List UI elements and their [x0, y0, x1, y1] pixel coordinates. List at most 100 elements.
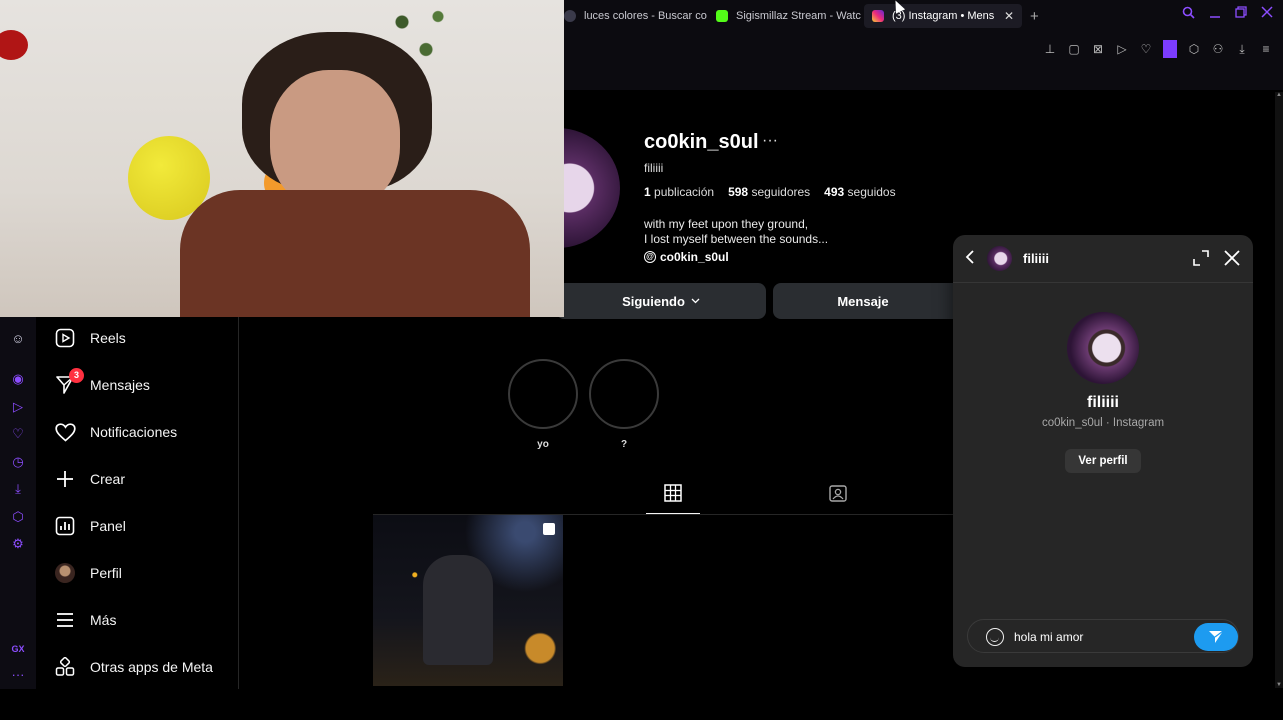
- tagged-icon: [829, 485, 847, 502]
- history-icon[interactable]: ◷: [10, 454, 26, 470]
- toolbar-separator: [1163, 40, 1177, 58]
- tab-google-search[interactable]: luces colores - Buscar co: [556, 4, 708, 28]
- webcam-person-face: [270, 70, 400, 210]
- webcam-person-body: [180, 190, 530, 317]
- browser-extensions: ⊥ ▢ ⊠ ▷ ♡ ⬡ ⚇ ⤓ ≡: [1043, 40, 1273, 58]
- message-button[interactable]: Mensaje: [773, 283, 953, 319]
- dashboard-icon: [54, 515, 76, 537]
- heart-icon[interactable]: ♡: [10, 426, 26, 442]
- discord-icon[interactable]: ☺: [10, 331, 26, 347]
- scroll-up-icon[interactable]: ▲: [1276, 92, 1282, 98]
- threads-icon: @: [644, 251, 656, 263]
- tab-title: luces colores - Buscar co: [584, 10, 707, 22]
- grid-icon: [664, 484, 682, 502]
- message-input[interactable]: hola mi amor: [967, 619, 1239, 653]
- story-highlight[interactable]: ?: [588, 359, 660, 450]
- chat-profile-avatar: [1067, 312, 1139, 384]
- window-controls: [1182, 6, 1273, 22]
- following-stat[interactable]: 493 seguidos: [824, 185, 895, 199]
- play-icon[interactable]: ▷: [1115, 42, 1129, 56]
- player-icon[interactable]: ◉: [10, 371, 26, 387]
- webcam-flower: [0, 30, 28, 60]
- browser-sidebar-rail: ☺ ◉ ▷ ♡ ◷ ⤓ ⬡ ⚙ GX ···: [0, 317, 36, 689]
- following-button[interactable]: Siguiendo: [556, 283, 766, 319]
- chat-profile-subtitle: co0kin_s0ul · Instagram: [1041, 417, 1165, 429]
- more-options-icon[interactable]: ···: [762, 132, 778, 150]
- profile-stats: 1 publicación 598 seguidores 493 seguido…: [644, 185, 896, 199]
- google-icon: [564, 10, 576, 22]
- heart-icon[interactable]: ♡: [1139, 42, 1153, 56]
- send-icon: [1209, 630, 1224, 643]
- followers-stat[interactable]: 598 seguidores: [728, 185, 810, 199]
- reels-icon: [54, 327, 76, 349]
- chat-header-name[interactable]: filiiii: [1023, 251, 1049, 266]
- profile-username: co0kin_s0ul: [644, 131, 759, 153]
- messenger-icon: 3: [54, 368, 84, 396]
- kick-icon: [716, 10, 728, 22]
- profile-icon[interactable]: ⚇: [1211, 42, 1225, 56]
- story-highlight[interactable]: yo: [507, 359, 579, 450]
- sidebar-item-dashboard[interactable]: Panel: [54, 515, 126, 537]
- send-button[interactable]: [1194, 623, 1238, 651]
- webcam-overlay: [0, 0, 564, 317]
- bottom-bar: [0, 689, 1283, 720]
- view-profile-button[interactable]: Ver perfil: [1065, 449, 1141, 473]
- settings-icon[interactable]: ⚙: [10, 536, 26, 552]
- sidebar-item-reels[interactable]: Reels: [54, 327, 126, 349]
- chat-panel: filiiii filiiii co0kin_s0ul · Instagram …: [953, 235, 1253, 667]
- extensions-icon[interactable]: ⬡: [1187, 42, 1201, 56]
- post-thumbnail[interactable]: [373, 515, 563, 686]
- sidebar-item-meta-apps[interactable]: Otras apps de Meta: [54, 656, 213, 678]
- heart-icon: [54, 421, 76, 443]
- extensions-icon[interactable]: ⬡: [10, 509, 26, 525]
- restore-icon[interactable]: [1235, 6, 1247, 22]
- gx-logo: GX: [11, 644, 25, 654]
- sidebar-item-more[interactable]: Más: [54, 609, 116, 631]
- close-icon[interactable]: ✕: [1004, 9, 1014, 23]
- highlight-cover: [508, 359, 578, 429]
- close-icon[interactable]: [1223, 249, 1241, 272]
- tab-kick-stream[interactable]: Sigismillaz Stream - Watc: [708, 4, 864, 28]
- menu-icon: [54, 609, 76, 631]
- profile-full-name: filiiii: [644, 161, 664, 175]
- tab-instagram[interactable]: (3) Instagram • Mens ✕: [864, 4, 1022, 28]
- scrollbar[interactable]: ▲ ▼: [1275, 92, 1283, 688]
- shield-icon[interactable]: ⊠: [1091, 42, 1105, 56]
- chat-header-avatar[interactable]: [987, 246, 1012, 271]
- new-tab-button[interactable]: +: [1030, 8, 1039, 25]
- menu-icon[interactable]: ≡: [1259, 42, 1273, 56]
- emoji-icon[interactable]: [986, 628, 1004, 646]
- carousel-icon: [543, 523, 555, 535]
- tab-posts[interactable]: [646, 484, 700, 514]
- pin-icon[interactable]: ⊥: [1043, 42, 1057, 56]
- highlight-cover: [589, 359, 659, 429]
- download-icon[interactable]: ⤓: [10, 481, 26, 497]
- minimize-icon[interactable]: [1209, 6, 1221, 22]
- more-icon[interactable]: ···: [10, 667, 26, 683]
- download-icon[interactable]: ⤓: [1235, 42, 1249, 57]
- snapshot-icon[interactable]: ▢: [1067, 42, 1081, 56]
- close-window-icon[interactable]: [1261, 6, 1273, 22]
- chevron-down-icon: [691, 298, 700, 304]
- back-icon[interactable]: [965, 249, 975, 270]
- threads-link[interactable]: @ co0kin_s0ul: [644, 250, 729, 264]
- tab-tagged[interactable]: [812, 484, 864, 514]
- sidebar-item-notifications[interactable]: Notificaciones: [54, 421, 177, 443]
- scroll-down-icon[interactable]: ▼: [1276, 682, 1282, 688]
- instagram-sidebar: Reels 3 Mensajes Notificaciones Crear Pa…: [36, 317, 239, 689]
- profile-bio: with my feet upon they ground, I lost my…: [644, 217, 829, 246]
- unread-badge: 3: [69, 368, 84, 383]
- plus-icon: [54, 468, 76, 490]
- expand-icon[interactable]: [1193, 250, 1209, 271]
- tab-title: Sigismillaz Stream - Watc: [736, 10, 861, 22]
- chat-profile-name: filiiii: [1087, 394, 1119, 411]
- tab-title: (3) Instagram • Mens: [892, 10, 995, 22]
- sidebar-item-messages[interactable]: 3 Mensajes: [54, 368, 150, 396]
- message-draft[interactable]: hola mi amor: [1014, 630, 1083, 644]
- send-icon[interactable]: ▷: [10, 399, 26, 415]
- post-photo-subject: [423, 555, 493, 665]
- posts-stat[interactable]: 1 publicación: [644, 185, 714, 199]
- sidebar-item-profile[interactable]: Perfil: [54, 562, 122, 584]
- sidebar-item-create[interactable]: Crear: [54, 468, 125, 490]
- search-icon[interactable]: [1182, 6, 1195, 22]
